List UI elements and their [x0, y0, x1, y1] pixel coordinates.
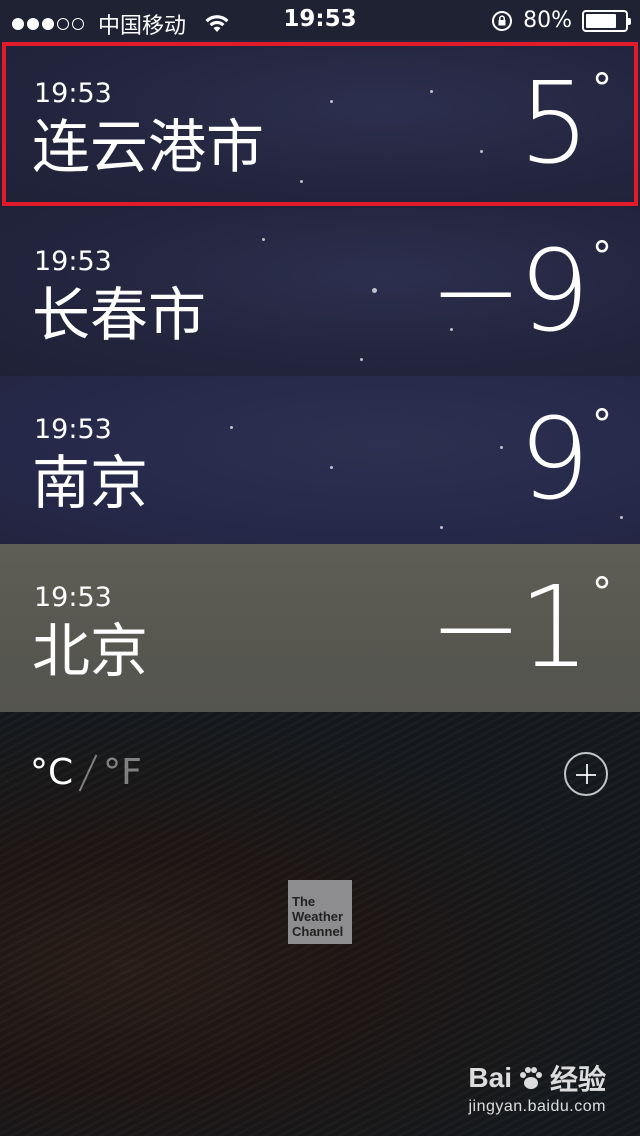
watermark-brand-cn: 经验 — [549, 1064, 606, 1095]
logo-line-3: Channel — [292, 924, 344, 939]
bottom-panel: °C °F The Weather Channel Bai 经验 jingyan… — [0, 712, 640, 1136]
weather-channel-logo[interactable]: The Weather Channel — [288, 880, 352, 944]
city-local-time: 19:53 — [34, 78, 112, 109]
city-name: 连云港市 — [32, 113, 265, 181]
city-local-time: 19:53 — [34, 414, 112, 445]
baidu-watermark: Bai 经验 jingyan.baidu.com — [468, 1058, 606, 1116]
add-city-button[interactable] — [564, 752, 608, 796]
battery-icon — [582, 9, 631, 32]
city-name: 南京 — [32, 449, 149, 517]
watermark-brand: Bai — [468, 1062, 512, 1093]
degree-symbol: ° — [592, 234, 612, 280]
unit-divider — [78, 753, 98, 792]
degree-symbol: ° — [592, 402, 612, 448]
celsius-option[interactable]: °C — [30, 752, 73, 793]
logo-line-2: Weather — [292, 909, 344, 924]
city-local-time: 19:53 — [34, 246, 112, 277]
status-bar: 中国移动 19:53 80% — [0, 0, 640, 40]
city-row-nanjing[interactable]: 19:53 南京 9 ° — [0, 376, 640, 544]
city-name: 北京 — [32, 617, 149, 685]
city-row-beijing[interactable]: 19:53 北京 −1 ° — [0, 544, 640, 712]
battery-percent: 80% — [523, 8, 572, 33]
city-list: 19:53 连云港市 5 ° 19:53 长春市 −9 ° 19:53 南京 9… — [0, 40, 640, 712]
fahrenheit-option[interactable]: °F — [103, 752, 142, 793]
logo-line-1: The — [292, 894, 316, 909]
city-name: 长春市 — [32, 281, 207, 349]
city-local-time: 19:53 — [34, 582, 112, 613]
paw-icon — [519, 1067, 542, 1089]
unit-toggle[interactable]: °C °F — [30, 752, 142, 793]
rotation-lock-icon — [492, 10, 513, 31]
city-row-lianyungang[interactable]: 19:53 连云港市 5 ° — [0, 40, 640, 208]
degree-symbol: ° — [592, 570, 612, 616]
city-temperature: −1 — [428, 563, 590, 693]
degree-symbol: ° — [592, 66, 612, 112]
watermark-url: jingyan.baidu.com — [468, 1098, 606, 1115]
city-temperature: 9 — [518, 395, 590, 525]
city-row-changchun[interactable]: 19:53 长春市 −9 ° — [0, 208, 640, 376]
city-temperature: 5 — [518, 59, 590, 189]
city-temperature: −9 — [428, 227, 590, 357]
